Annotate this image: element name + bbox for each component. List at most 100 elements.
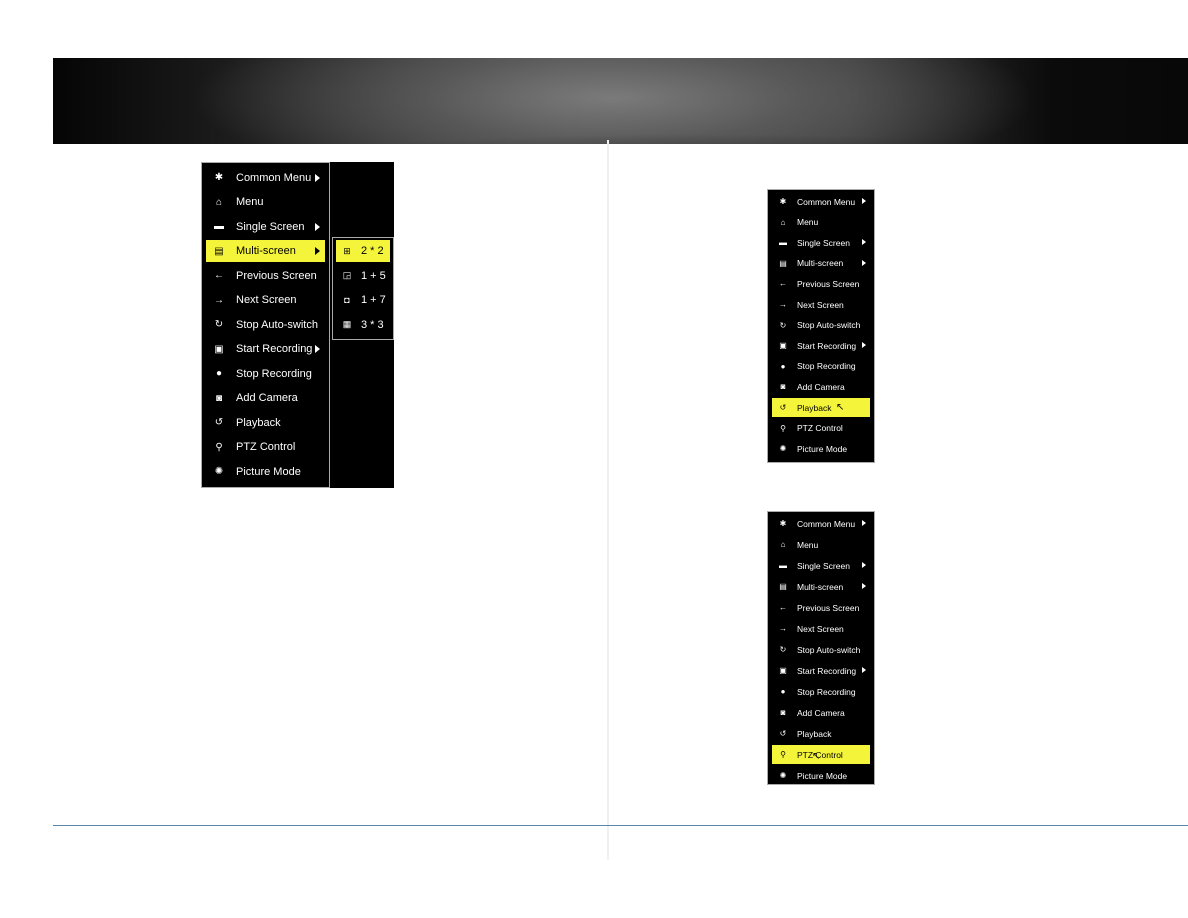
menu-item-label: Add Camera bbox=[797, 707, 845, 718]
menu-item-next-screen[interactable]: → Next Screen bbox=[206, 289, 325, 311]
menu-item-common-menu[interactable]: ✱ Common Menu bbox=[206, 167, 325, 189]
multi-screen-submenu: ⊞ 2 * 2 ◲ 1 + 5 ◘ 1 + 7 ▦ 3 * 3 bbox=[332, 237, 394, 340]
page-divider bbox=[607, 140, 609, 860]
menu-item-menu[interactable]: ⌂ Menu bbox=[772, 535, 870, 554]
submenu-item-1-5[interactable]: ◲ 1 + 5 bbox=[336, 265, 390, 287]
menu-item-start-recording[interactable]: ▣ Start Recording bbox=[772, 661, 870, 680]
menu-item-playback[interactable]: ↺ Playback ↖ bbox=[772, 398, 870, 417]
ptz-control-icon: ⚲ bbox=[780, 750, 786, 759]
menu-item-multi-screen[interactable]: ▤ Multi-screen bbox=[772, 254, 870, 273]
menu-item-stop-recording[interactable]: ● Stop Recording bbox=[206, 363, 325, 385]
menu-item-add-camera[interactable]: ◙ Add Camera bbox=[772, 377, 870, 396]
menu-item-stop-recording[interactable]: ● Stop Recording bbox=[772, 682, 870, 701]
menu-item-label: Add Camera bbox=[797, 381, 845, 392]
menu-item-label: Multi-screen bbox=[236, 245, 296, 257]
menu-item-add-camera[interactable]: ◙ Add Camera bbox=[206, 387, 325, 409]
menu-item-label: Stop Recording bbox=[797, 361, 856, 372]
submenu-arrow-icon bbox=[315, 345, 320, 353]
submenu-item-3-3[interactable]: ▦ 3 * 3 bbox=[336, 314, 390, 336]
menu-item-ptz-control[interactable]: ⚲ PTZ Control bbox=[772, 419, 870, 438]
submenu-item-label: 1 + 5 bbox=[361, 269, 386, 282]
menu-item-single-screen[interactable]: ▬ Single Screen bbox=[206, 216, 325, 238]
multi-screen-icon: ▤ bbox=[779, 582, 787, 591]
submenu-arrow-icon bbox=[862, 583, 866, 589]
menu-item-label: Common Menu bbox=[236, 171, 312, 184]
menu-item-label: Stop Auto-switch bbox=[797, 320, 861, 331]
ptz-control-icon: ⚲ bbox=[215, 441, 223, 453]
menu-item-label: Next Screen bbox=[797, 299, 844, 310]
playback-icon: ↺ bbox=[779, 729, 787, 738]
menu-item-previous-screen[interactable]: ← Previous Screen bbox=[772, 274, 870, 293]
submenu-arrow-icon bbox=[862, 667, 866, 673]
home-icon: ⌂ bbox=[215, 196, 223, 208]
playback-icon: ↺ bbox=[214, 417, 224, 428]
menu-item-picture-mode[interactable]: ✺ Picture Mode bbox=[772, 439, 870, 458]
menu-item-picture-mode[interactable]: ✺ Picture Mode bbox=[772, 766, 870, 785]
menu-item-next-screen[interactable]: → Next Screen bbox=[772, 619, 870, 638]
menu-item-ptz-control[interactable]: ⚲ PTZ Control bbox=[206, 436, 325, 458]
menu-item-single-screen[interactable]: ▬ Single Screen bbox=[772, 556, 870, 575]
menu-item-label: PTZ Control bbox=[236, 441, 296, 453]
menu-item-stop-recording[interactable]: ● Stop Recording bbox=[772, 357, 870, 376]
add-camera-icon: ◙ bbox=[780, 708, 786, 717]
menu-item-picture-mode[interactable]: ✺ Picture Mode bbox=[206, 461, 325, 483]
submenu-item-1-7[interactable]: ◘ 1 + 7 bbox=[336, 289, 390, 311]
menu-item-label: Stop Recording bbox=[797, 686, 856, 697]
arrow-right-icon: → bbox=[214, 294, 224, 306]
common-menu-icon: ✱ bbox=[214, 172, 224, 183]
menu-item-start-recording[interactable]: ▣ Start Recording bbox=[772, 336, 870, 355]
menu-item-menu[interactable]: ⌂ Menu bbox=[206, 191, 325, 213]
submenu-arrow-icon bbox=[862, 198, 866, 204]
single-screen-icon: ▬ bbox=[779, 238, 787, 248]
picture-mode-icon: ✺ bbox=[214, 466, 224, 477]
menu-item-previous-screen[interactable]: ← Previous Screen bbox=[206, 265, 325, 287]
submenu-item-label: 2 * 2 bbox=[361, 245, 384, 257]
context-menu-playback: ✱ Common Menu ⌂ Menu ▬ Single Screen ▤ Multi-sc… bbox=[767, 189, 875, 463]
menu-item-label: Stop Auto-switch bbox=[236, 318, 318, 331]
single-screen-icon: ▬ bbox=[779, 561, 787, 570]
ptz-control-icon: ⚲ bbox=[780, 423, 786, 433]
menu-item-playback[interactable]: ↺ Playback bbox=[772, 724, 870, 743]
menu-item-label: Playback bbox=[797, 728, 832, 739]
menu-item-common-menu[interactable]: ✱ Common Menu bbox=[772, 514, 870, 533]
stop-auto-switch-icon: ↻ bbox=[214, 319, 224, 330]
menu-item-label: Playback bbox=[797, 402, 832, 413]
single-screen-icon: ▬ bbox=[214, 221, 224, 232]
submenu-arrow-icon bbox=[862, 562, 866, 568]
menu-item-ptz-control[interactable]: ⚲ PTZ Control ↖ bbox=[772, 745, 870, 764]
menu-item-previous-screen[interactable]: ← Previous Screen bbox=[772, 598, 870, 617]
menu-item-playback[interactable]: ↺ Playback bbox=[206, 412, 325, 434]
submenu-item-2-2[interactable]: ⊞ 2 * 2 bbox=[336, 240, 390, 262]
picture-mode-icon: ✺ bbox=[779, 771, 787, 780]
menu-item-label: Previous Screen bbox=[797, 278, 860, 289]
menu-item-stop-auto-switch[interactable]: ↻ Stop Auto-switch bbox=[772, 316, 870, 335]
home-icon: ⌂ bbox=[780, 217, 786, 227]
menu-item-single-screen[interactable]: ▬ Single Screen bbox=[772, 233, 870, 252]
arrow-left-icon: ← bbox=[214, 270, 224, 281]
menu-item-label: Menu bbox=[236, 196, 264, 208]
menu-item-label: Common Menu bbox=[797, 196, 856, 207]
menu-item-next-screen[interactable]: → Next Screen bbox=[772, 295, 870, 314]
menu-item-label: Common Menu bbox=[797, 518, 856, 529]
submenu-item-label: 1 + 7 bbox=[361, 294, 386, 306]
add-camera-icon: ◙ bbox=[780, 382, 786, 392]
menu-item-label: Single Screen bbox=[797, 560, 850, 571]
menu-item-common-menu[interactable]: ✱ Common Menu bbox=[772, 192, 870, 211]
menu-item-stop-auto-switch[interactable]: ↻ Stop Auto-switch bbox=[772, 640, 870, 659]
mouse-cursor-icon: ↖ bbox=[836, 402, 845, 413]
stop-recording-icon: ● bbox=[215, 368, 223, 379]
menu-item-stop-auto-switch[interactable]: ↻ Stop Auto-switch bbox=[206, 314, 325, 336]
menu-item-add-camera[interactable]: ◙ Add Camera bbox=[772, 703, 870, 722]
common-menu-icon: ✱ bbox=[779, 197, 787, 206]
stop-auto-switch-icon: ↻ bbox=[779, 645, 787, 654]
menu-item-menu[interactable]: ⌂ Menu bbox=[772, 213, 870, 232]
menu-item-label: Playback bbox=[236, 416, 281, 429]
menu-item-start-recording[interactable]: ▣ Start Recording bbox=[206, 338, 325, 360]
add-camera-icon: ◙ bbox=[215, 392, 223, 404]
menu-item-label: Single Screen bbox=[797, 237, 850, 248]
menu-item-multi-screen[interactable]: ▤ Multi-screen bbox=[206, 240, 325, 262]
menu-item-multi-screen[interactable]: ▤ Multi-screen bbox=[772, 577, 870, 596]
menu-item-label: Start Recording bbox=[797, 340, 857, 351]
submenu-item-label: 3 * 3 bbox=[361, 318, 384, 331]
stop-auto-switch-icon: ↻ bbox=[779, 320, 787, 330]
